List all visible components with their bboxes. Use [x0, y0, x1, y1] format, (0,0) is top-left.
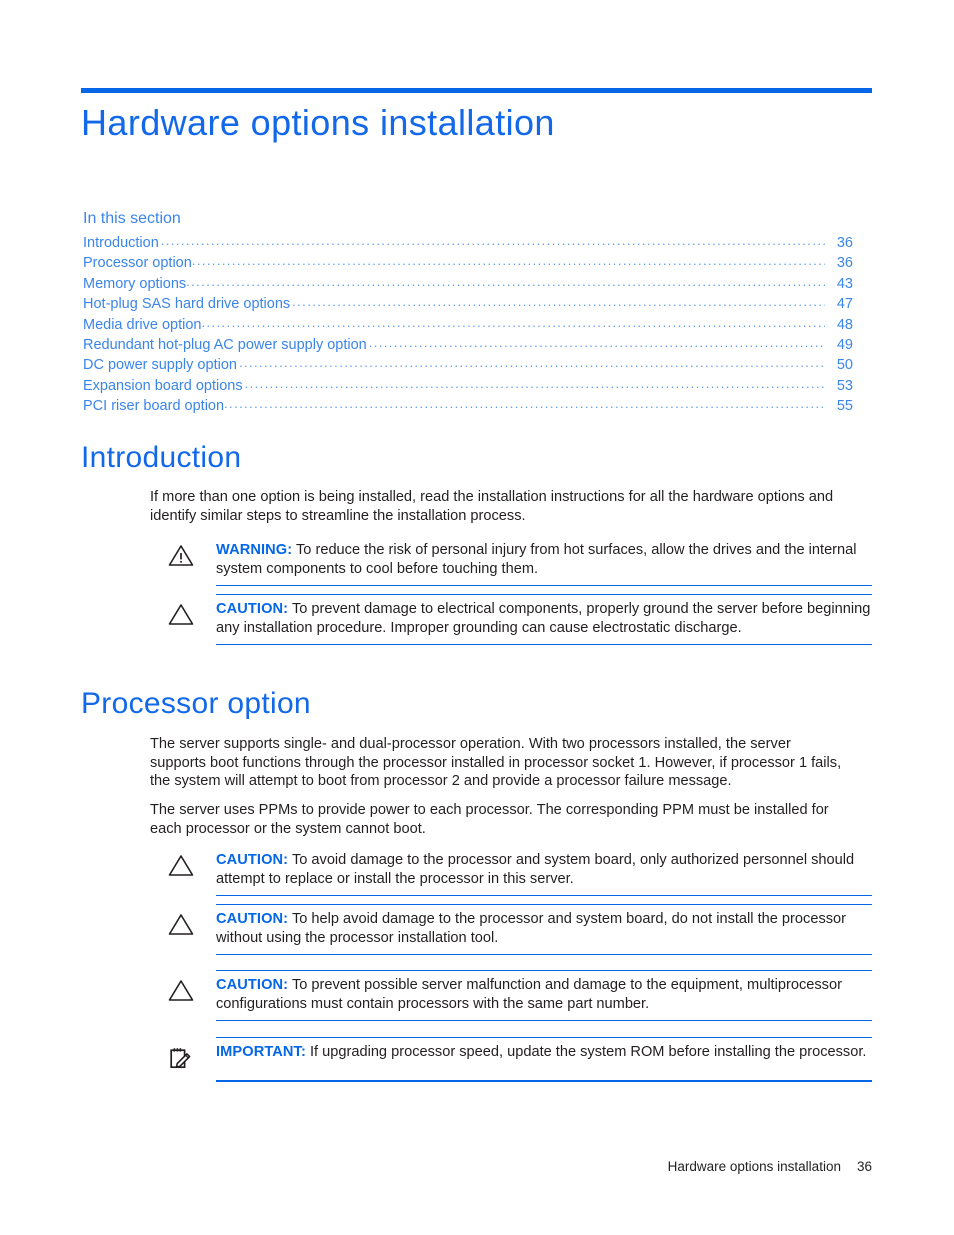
caution-keyword: CAUTION:: [216, 977, 289, 994]
notice-bottom-rule: [216, 1080, 872, 1082]
caution-body: To prevent possible server malfunction a…: [216, 977, 842, 1013]
important-notice-system-rom: IMPORTANT: If upgrading processor speed,…: [168, 1037, 872, 1082]
document-page: Hardware options installation In this se…: [0, 0, 954, 1235]
caution-notice-same-part-number: CAUTION: To prevent possible server malf…: [168, 970, 872, 1022]
toc-entry-label: Media drive option: [83, 316, 202, 333]
caution-notice-authorized-personnel: CAUTION: To avoid damage to the processo…: [168, 846, 872, 896]
caution-notice-installation-tool: CAUTION: To help avoid damage to the pro…: [168, 904, 872, 956]
toc-entry-label: DC power supply option: [83, 357, 237, 374]
in-this-section-toc: In this section Introduction 36 Processo…: [83, 208, 853, 417]
toc-entry-page: 36: [836, 255, 853, 272]
toc-entry-processor-option[interactable]: Processor option 36: [83, 253, 853, 273]
toc-entry-label: Introduction: [83, 235, 159, 251]
notice-bottom-rule: [216, 953, 872, 956]
toc-entry-pci-riser-board-option[interactable]: PCI riser board option 55: [83, 396, 853, 416]
caution-body: To help avoid damage to the processor an…: [216, 911, 847, 947]
toc-leader-dots: [186, 272, 825, 292]
caution-notice-text: CAUTION: To prevent damage to electrical…: [216, 600, 872, 638]
footer-chapter-label: Hardware options installation: [667, 1159, 841, 1174]
important-notepad-pencil-icon: [168, 1043, 216, 1074]
caution-notice-text: CAUTION: To prevent possible server malf…: [216, 976, 872, 1014]
toc-entry-label: Expansion board options: [83, 377, 243, 394]
toc-entry-page: 48: [836, 316, 853, 333]
section-heading-introduction: Introduction: [81, 441, 242, 474]
toc-entry-page: 55: [836, 398, 853, 415]
page-title: Hardware options installation: [81, 102, 555, 143]
caution-triangle-icon: [168, 976, 216, 1007]
footer-page-number: 36: [856, 1159, 872, 1174]
toc-entry-dc-power-supply-option[interactable]: DC power supply option 50: [83, 355, 853, 375]
page-footer: Hardware options installation 36: [0, 1158, 872, 1176]
important-body: If upgrading processor speed, update the…: [309, 1044, 867, 1061]
toc-entry-hot-plug-sas-hard-drive-options[interactable]: Hot-plug SAS hard drive options 47: [83, 294, 853, 314]
caution-notice-text: CAUTION: To avoid damage to the processo…: [216, 851, 872, 889]
introduction-paragraph-1: If more than one option is being install…: [150, 489, 834, 524]
toc-entry-page: 49: [836, 337, 853, 354]
warning-body: To reduce the risk of personal injury fr…: [216, 542, 857, 577]
caution-triangle-icon: [168, 600, 216, 631]
toc-entry-page: 47: [836, 296, 853, 313]
toc-leader-dots: [192, 251, 825, 271]
toc-entry-label: Hot-plug SAS hard drive options: [83, 296, 291, 313]
chapter-top-rule: [81, 88, 872, 93]
toc-entry-page: 53: [836, 377, 853, 394]
important-notice-text: IMPORTANT: If upgrading processor speed,…: [216, 1043, 872, 1062]
processor-paragraph-1: The server supports single- and dual-pro…: [150, 736, 842, 790]
section-heading-processor-option: Processor option: [81, 687, 311, 720]
toc-entry-memory-options[interactable]: Memory options 43: [83, 274, 853, 294]
warning-notice-text: WARNING: To reduce the risk of personal …: [216, 541, 872, 579]
toc-entry-label: PCI riser board option: [83, 398, 225, 415]
caution-notice-grounding: CAUTION: To prevent damage to electrical…: [168, 594, 872, 646]
toc-leader-dots: [245, 374, 825, 394]
warning-keyword: WARNING:: [216, 542, 293, 558]
caution-body: To avoid damage to the processor and sys…: [216, 852, 855, 887]
caution-keyword: CAUTION:: [216, 852, 289, 868]
toc-entry-redundant-hot-plug-ac-power-supply-option[interactable]: Redundant hot-plug AC power supply optio…: [83, 335, 853, 355]
toc-heading: In this section: [83, 210, 181, 227]
toc-leader-dots: [369, 333, 825, 353]
notice-bottom-rule: [216, 1019, 872, 1022]
toc-leader-dots: [292, 292, 825, 312]
toc-leader-dots: [239, 353, 825, 373]
caution-keyword: CAUTION:: [216, 911, 289, 928]
notice-bottom-rule: [216, 584, 872, 586]
toc-leader-dots: [161, 231, 825, 251]
warning-notice-hot-surfaces: WARNING: To reduce the risk of personal …: [168, 536, 872, 586]
important-keyword: IMPORTANT:: [216, 1044, 306, 1061]
toc-entry-label: Memory options: [83, 275, 187, 292]
caution-body: To prevent damage to electrical componen…: [216, 601, 871, 637]
notice-bottom-rule: [216, 643, 872, 646]
toc-entry-media-drive-option[interactable]: Media drive option 48: [83, 315, 853, 335]
warning-triangle-exclamation-icon: [168, 541, 216, 572]
toc-entry-page: 43: [836, 275, 853, 292]
toc-leader-dots: [202, 313, 826, 333]
caution-keyword: CAUTION:: [216, 601, 289, 618]
caution-notice-text: CAUTION: To help avoid damage to the pro…: [216, 910, 872, 948]
toc-entry-label: Redundant hot-plug AC power supply optio…: [83, 337, 367, 354]
notice-bottom-rule: [216, 894, 872, 896]
toc-entry-page: 50: [836, 357, 853, 374]
toc-leader-dots: [224, 394, 825, 414]
caution-triangle-icon: [168, 851, 216, 882]
toc-entry-introduction[interactable]: Introduction 36: [83, 233, 853, 253]
toc-entry-expansion-board-options[interactable]: Expansion board options 53: [83, 376, 853, 396]
toc-entry-page: 36: [836, 235, 853, 251]
processor-paragraph-2: The server uses PPMs to provide power to…: [150, 802, 829, 837]
caution-triangle-icon: [168, 910, 216, 941]
toc-entry-label: Processor option: [83, 255, 192, 272]
